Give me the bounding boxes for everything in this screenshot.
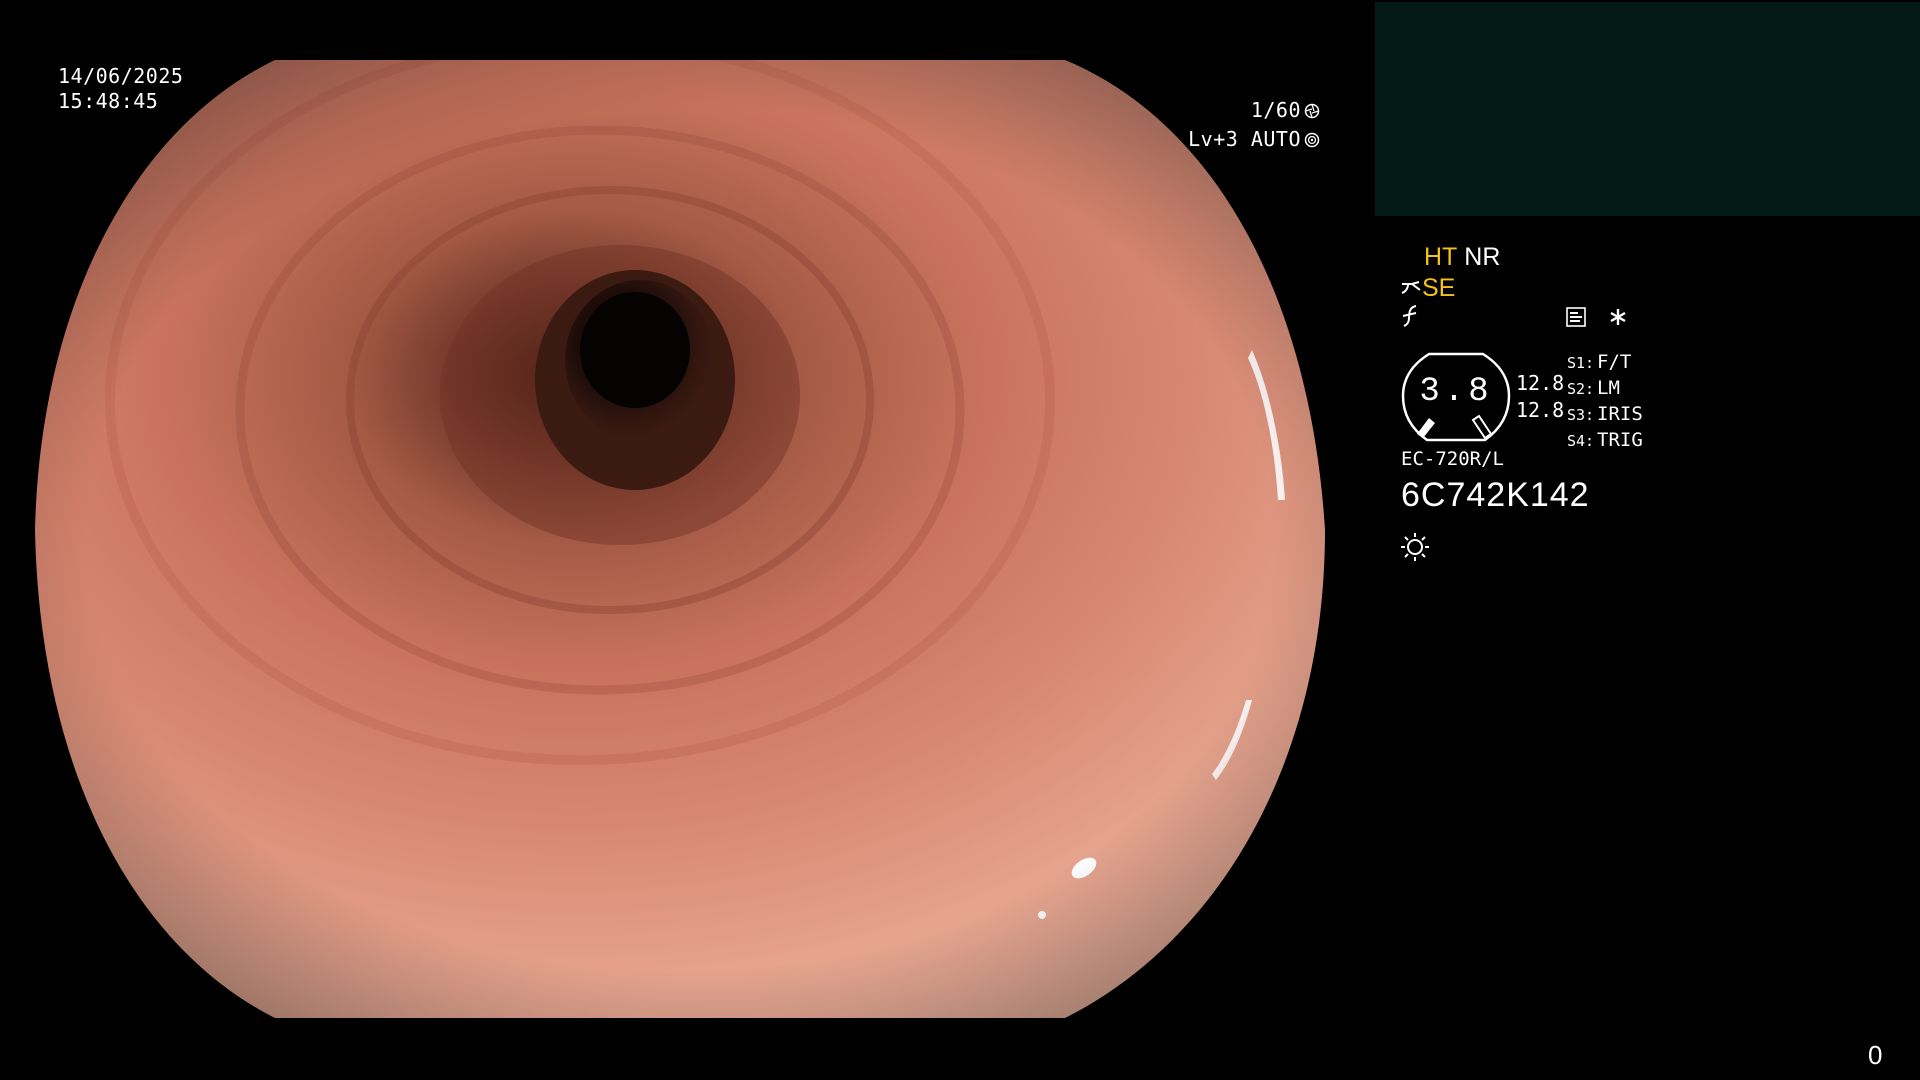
mode-ht: HT [1424,243,1458,271]
gain-values: 12.8 12.8 [1516,370,1564,424]
asterisk-icon [1610,309,1626,325]
switch-item: S3: IRIS [1567,403,1643,425]
shutter-readout: 1/60 [1251,98,1320,122]
light-source-icon [1401,533,1429,561]
pip-window [1375,2,1920,216]
frame-counter: 0 [1868,1040,1883,1070]
brightness-level-readout: Lv+3 AUTO [1188,127,1320,151]
scope-serial-number: 6C742K142 [1401,476,1590,514]
aperture-icon [1304,103,1320,119]
endoscopy-monitor-screen: 14/06/2025 15:48:45 1/60 Lv+3 AUTO HT NR… [0,0,1920,1080]
gain-bottom: 12.8 [1516,398,1565,422]
scope-switch-list: S1: F/T S2: LM S3: IRIS S4: TRIG [1567,350,1643,454]
record-icon [1566,307,1586,327]
gain-top: 12.8 [1516,371,1565,395]
time-readout: 15:48:45 [58,89,159,113]
colon-lumen-image [35,60,1325,1018]
color-enhance-icon [1402,305,1417,327]
level-value: Lv+3 AUTO [1188,127,1301,151]
processing-modes: HT NR [1424,243,1500,272]
date-readout: 14/06/2025 [58,64,184,88]
scope-model: EC-720R/L [1401,448,1504,470]
zoom-value: 3.8 [1419,373,1493,411]
iris-icon [1304,132,1320,148]
switch-item: S4: TRIG [1567,429,1643,451]
switch-item: S2: LM [1567,377,1620,399]
color-enhance-row [1400,304,1422,332]
mode-nr: NR [1464,243,1501,271]
mode-se: SE [1422,274,1456,302]
structure-enhance-icon [1401,281,1421,294]
endoscopic-image-view [20,60,1340,1018]
switch-item: S1: F/T [1567,351,1632,373]
structure-enhance-row: SE [1400,274,1455,303]
tool-icons [1565,306,1629,332]
shutter-value: 1/60 [1250,98,1301,122]
